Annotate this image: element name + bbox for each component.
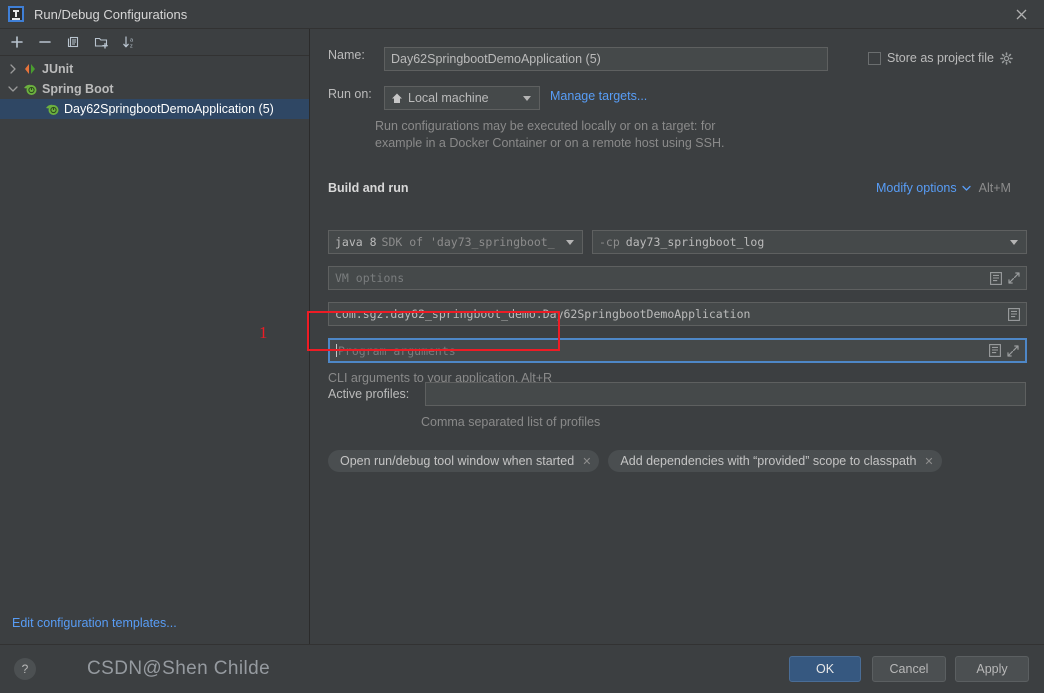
main-class-input[interactable]: com.sgz.day62_springboot_demo.Day62Sprin…: [328, 302, 1027, 326]
active-profiles-label: Active profiles:: [328, 387, 410, 401]
store-as-project-file-label: Store as project file: [887, 51, 994, 65]
name-row: Name:: [328, 48, 365, 62]
classpath-value: day73_springboot_log: [625, 235, 765, 249]
jre-sdk-description: SDK of 'day73_springboot_: [381, 235, 555, 249]
tree-item-label: Spring Boot: [42, 82, 114, 96]
program-arguments-placeholder: Program arguments: [338, 343, 456, 358]
configurations-tree: JUnit Spring Boot Day62SpringbootDemoApp…: [0, 56, 309, 119]
module-classpath-combo[interactable]: -cp day73_springboot_log: [592, 230, 1027, 254]
build-and-run-title: Build and run: [328, 181, 409, 195]
active-profiles-input[interactable]: [425, 382, 1026, 406]
svg-text:z: z: [130, 44, 133, 50]
jre-sdk-combo[interactable]: java 8 SDK of 'day73_springboot_: [328, 230, 583, 254]
manage-targets-link[interactable]: Manage targets...: [550, 89, 647, 103]
expand-diagonal-icon[interactable]: [1008, 272, 1020, 284]
chevron-down-icon[interactable]: [566, 239, 574, 245]
configuration-form: Name: Day62SpringbootDemoApplication (5)…: [311, 29, 1044, 644]
spring-boot-icon: [22, 81, 38, 97]
tree-item-day62springbootdemoapplication[interactable]: Day62SpringbootDemoApplication (5): [0, 99, 309, 119]
ok-button[interactable]: OK: [789, 656, 861, 682]
modify-options-row: Modify options Alt+M: [876, 181, 1011, 195]
chevron-down-icon[interactable]: [4, 85, 22, 93]
chip-label: Open run/debug tool window when started: [340, 454, 575, 468]
vm-options-placeholder: VM options: [335, 271, 405, 285]
chevron-down-icon[interactable]: [961, 181, 971, 195]
tree-item-label: Day62SpringbootDemoApplication (5): [64, 102, 274, 116]
spring-boot-icon: [44, 101, 60, 117]
junit-icon: [22, 61, 38, 77]
new-folder-button[interactable]: [88, 31, 114, 53]
chip-label: Add dependencies with “provided” scope t…: [620, 454, 917, 468]
close-small-icon[interactable]: ✕: [582, 455, 591, 468]
macro-list-icon[interactable]: [989, 344, 1001, 357]
help-button[interactable]: ?: [14, 658, 36, 680]
name-input-value: Day62SpringbootDemoApplication (5): [391, 52, 601, 66]
edit-configuration-templates-link[interactable]: Edit configuration templates...: [12, 616, 177, 630]
chevron-down-icon[interactable]: [1010, 239, 1018, 245]
text-caret: [336, 344, 337, 357]
store-as-project-file-row[interactable]: Store as project file: [868, 51, 1013, 65]
run-on-label: Run on:: [328, 87, 372, 101]
name-input[interactable]: Day62SpringbootDemoApplication (5): [384, 47, 828, 71]
run-on-hint-line1: Run configurations may be executed local…: [375, 119, 716, 133]
chip-open-run-debug-tool-window[interactable]: Open run/debug tool window when started …: [328, 450, 600, 472]
run-debug-configurations-dialog: Run/Debug Configurations a z JUnit Sprin…: [0, 0, 1044, 693]
run-on-row: Run on:: [328, 87, 372, 101]
run-on-combo[interactable]: Local machine: [384, 86, 540, 110]
name-label: Name:: [328, 48, 365, 62]
run-on-value: Local machine: [408, 91, 489, 105]
annotation-number: 1: [259, 323, 268, 342]
expand-diagonal-icon[interactable]: [1007, 344, 1019, 357]
run-on-hint-line2: example in a Docker Container or on a re…: [375, 136, 725, 150]
main-class-value: com.sgz.day62_springboot_demo.Day62Sprin…: [335, 307, 751, 321]
program-arguments-input[interactable]: Program arguments: [328, 338, 1027, 363]
copy-configuration-button[interactable]: [60, 31, 86, 53]
option-chips: Open run/debug tool window when started …: [328, 450, 942, 472]
home-icon: [391, 92, 403, 104]
close-icon[interactable]: [998, 0, 1044, 29]
chip-add-provided-dependencies[interactable]: Add dependencies with “provided” scope t…: [608, 450, 942, 472]
tree-item-spring-boot[interactable]: Spring Boot: [0, 79, 309, 99]
dialog-title-bar: Run/Debug Configurations: [0, 0, 1044, 29]
apply-button[interactable]: Apply: [955, 656, 1029, 682]
remove-configuration-button[interactable]: [32, 31, 58, 53]
dialog-title: Run/Debug Configurations: [34, 6, 188, 22]
active-profiles-hint: Comma separated list of profiles: [421, 415, 601, 429]
tree-item-label: JUnit: [42, 62, 74, 76]
gear-icon[interactable]: [1000, 51, 1013, 65]
macro-list-icon[interactable]: [1008, 307, 1020, 321]
jre-sdk-value: java 8: [335, 235, 377, 249]
chevron-right-icon[interactable]: [4, 64, 22, 74]
add-configuration-button[interactable]: [4, 31, 30, 53]
modify-options-link[interactable]: Modify options: [876, 181, 957, 195]
chevron-down-icon[interactable]: [523, 95, 531, 101]
store-as-project-file-checkbox[interactable]: [868, 51, 881, 65]
watermark: CSDN@Shen Childe: [87, 658, 271, 679]
vm-options-input[interactable]: VM options: [328, 266, 1027, 290]
close-small-icon[interactable]: ✕: [924, 455, 933, 468]
dialog-footer: ? OK Cancel Apply CSDN@Shen Childe: [0, 644, 1044, 693]
intellij-idea-icon: [8, 6, 24, 22]
cancel-button[interactable]: Cancel: [872, 656, 946, 682]
sort-az-button[interactable]: a z: [116, 31, 142, 53]
macro-list-icon[interactable]: [990, 271, 1002, 285]
active-profiles-row: Active profiles:: [328, 387, 409, 401]
sidebar-toolbar: a z: [0, 29, 309, 56]
modify-options-shortcut: Alt+M: [978, 181, 1011, 195]
tree-item-junit[interactable]: JUnit: [0, 59, 309, 79]
classpath-prefix: -cp: [599, 235, 620, 249]
